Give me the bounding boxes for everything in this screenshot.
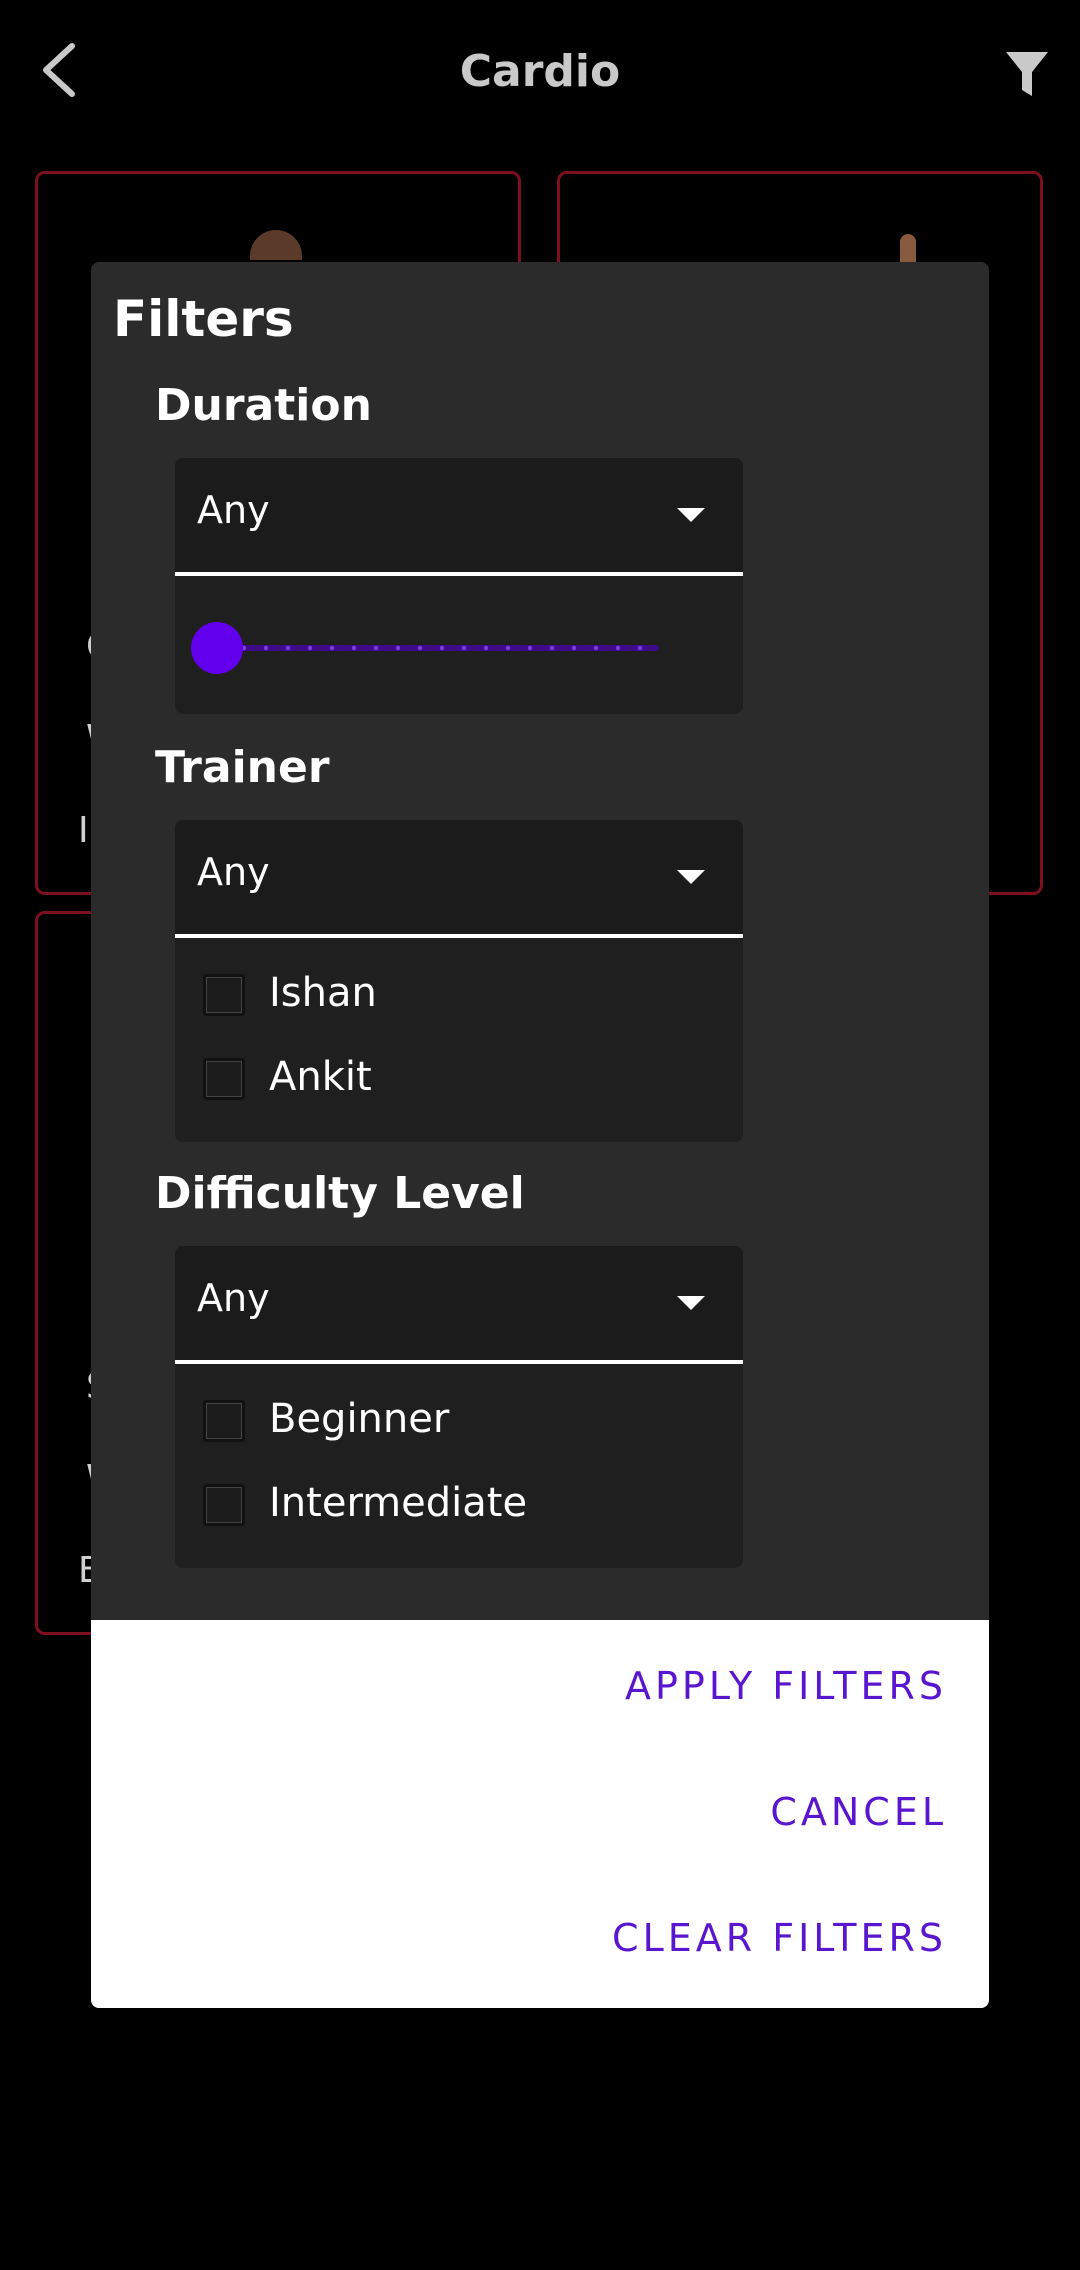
- trainer-label: Trainer: [155, 742, 330, 793]
- checkbox[interactable]: [203, 1058, 245, 1100]
- option-label: Beginner: [269, 1396, 450, 1442]
- filters-dialog: Filters Duration Any Trainer Any Ishan A…: [91, 262, 989, 2008]
- option-label: Ishan: [269, 970, 377, 1016]
- cancel-button[interactable]: CANCEL: [770, 1790, 947, 1834]
- apply-filters-button[interactable]: APPLY FILTERS: [625, 1664, 947, 1708]
- checkbox[interactable]: [203, 1400, 245, 1442]
- chevron-down-icon: [677, 870, 705, 884]
- checkbox[interactable]: [203, 1484, 245, 1526]
- slider-track[interactable]: [211, 645, 659, 651]
- trainer-selected-value: Any: [197, 850, 270, 894]
- difficulty-select[interactable]: Any: [175, 1246, 743, 1364]
- dialog-actions: APPLY FILTERS CANCEL CLEAR FILTERS: [91, 1620, 989, 2008]
- difficulty-option-beginner[interactable]: Beginner: [203, 1392, 723, 1452]
- difficulty-group: Any Beginner Intermediate: [175, 1246, 743, 1568]
- difficulty-selected-value: Any: [197, 1276, 270, 1320]
- chevron-down-icon: [677, 508, 705, 522]
- duration-selected-value: Any: [197, 488, 270, 532]
- duration-group: Any: [175, 458, 743, 714]
- difficulty-label: Difficulty Level: [155, 1168, 525, 1219]
- option-label: Intermediate: [269, 1480, 528, 1526]
- dialog-title: Filters: [113, 290, 294, 348]
- duration-label: Duration: [155, 380, 372, 431]
- duration-select[interactable]: Any: [175, 458, 743, 576]
- trainer-select[interactable]: Any: [175, 820, 743, 938]
- chevron-down-icon: [677, 1296, 705, 1310]
- duration-slider[interactable]: [191, 620, 671, 674]
- slider-thumb[interactable]: [191, 622, 243, 674]
- trainer-group: Any Ishan Ankit: [175, 820, 743, 1142]
- clear-filters-button[interactable]: CLEAR FILTERS: [612, 1916, 947, 1960]
- trainer-option-ankit[interactable]: Ankit: [203, 1050, 723, 1110]
- trainer-option-ishan[interactable]: Ishan: [203, 966, 723, 1026]
- checkbox[interactable]: [203, 974, 245, 1016]
- option-label: Ankit: [269, 1054, 372, 1100]
- difficulty-option-intermediate[interactable]: Intermediate: [203, 1476, 723, 1536]
